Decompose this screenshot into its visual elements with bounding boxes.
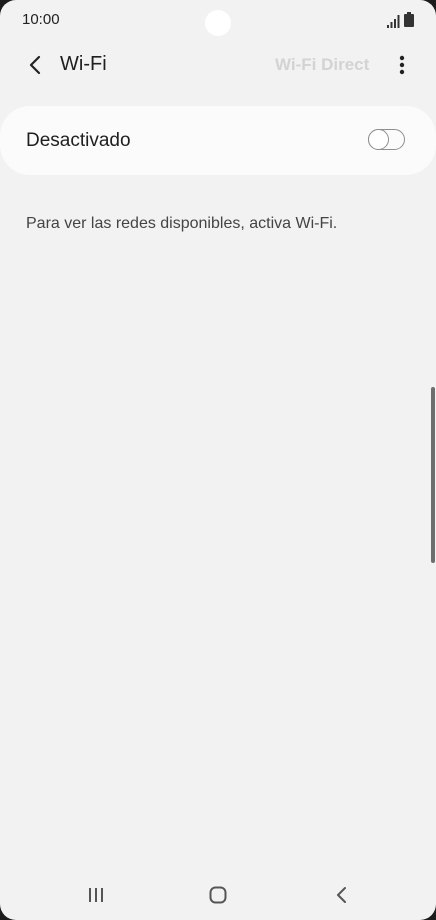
- recents-button[interactable]: [76, 880, 116, 910]
- chevron-left-icon: [29, 55, 41, 75]
- screen: 10:00 Wi-Fi Wi-Fi Direct Desactivado Par…: [0, 0, 436, 920]
- home-button[interactable]: [198, 880, 238, 910]
- status-time: 10:00: [22, 11, 60, 28]
- battery-icon: [404, 12, 414, 27]
- app-bar: Wi-Fi Wi-Fi Direct: [0, 44, 436, 88]
- info-message: Para ver las redes disponibles, activa W…: [26, 215, 338, 232]
- wifi-toggle-label: Desactivado: [26, 130, 131, 151]
- wifi-toggle-row[interactable]: Desactivado: [0, 106, 436, 175]
- scroll-indicator[interactable]: [431, 387, 435, 563]
- camera-cutout: [205, 10, 231, 36]
- recents-icon: [89, 888, 103, 902]
- back-icon: [337, 887, 346, 903]
- back-button[interactable]: [18, 48, 52, 82]
- wifi-toggle-switch[interactable]: [367, 128, 405, 150]
- toggle-knob: [367, 128, 389, 150]
- navigation-bar: [0, 872, 436, 920]
- status-bar: 10:00: [0, 0, 436, 44]
- wifi-direct-button[interactable]: Wi-Fi Direct: [275, 55, 369, 75]
- more-options-button[interactable]: [388, 48, 416, 82]
- signal-icon: [387, 15, 400, 28]
- home-icon: [209, 886, 227, 904]
- page-title: Wi-Fi: [60, 53, 107, 75]
- nav-back-button[interactable]: [321, 880, 361, 910]
- more-vertical-icon: [399, 55, 405, 75]
